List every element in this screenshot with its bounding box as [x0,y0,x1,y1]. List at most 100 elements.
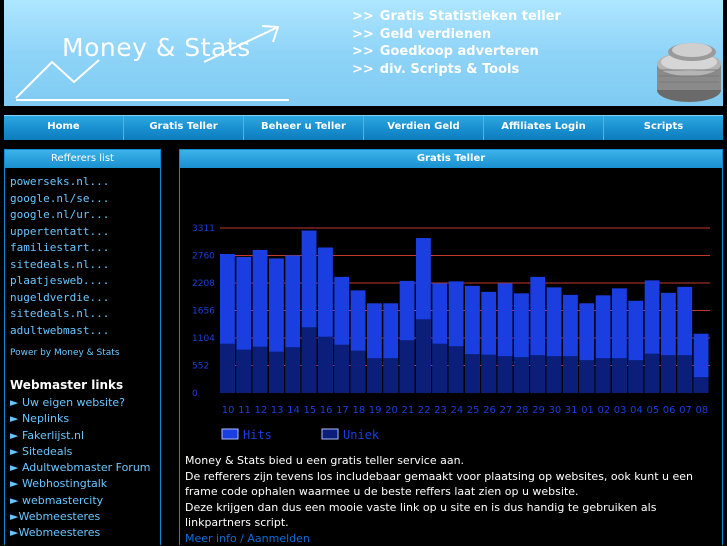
main-nav: Home Gratis Teller Beheer u Teller Verdi… [4,115,723,140]
site-title: Money & Stats [62,33,251,62]
main-title: Gratis Teller [180,150,722,168]
header-banner: Money & Stats >>Gratis Statistieken tell… [4,0,723,106]
referrer-link[interactable]: familiestart... [10,240,160,257]
uniek-bar [334,345,349,393]
webmaster-link[interactable]: ► Neplinks [5,411,160,427]
uniek-bar [579,360,594,393]
uniek-bar [547,356,562,393]
x-tick-label: 20 [385,405,398,416]
x-tick-label: 07 [679,405,692,416]
legend-hits-label: Hits [243,428,272,442]
intro-paragraph: Money & Stats bied u een gratis teller s… [185,453,720,469]
y-tick-label: 552 [192,361,209,371]
webmaster-link[interactable]: ► webmastercity [5,493,160,509]
x-tick-label: 16 [320,405,333,416]
referrer-link[interactable]: google.nl/se... [10,191,160,208]
uniek-bar [645,354,660,393]
x-tick-label: 12 [254,405,267,416]
legend-uniek-label: Uniek [343,428,380,442]
nav-beheer-teller[interactable]: Beheer u Teller [244,116,364,140]
hits-chart: 0552110416562208276033111011121314151617… [180,190,722,452]
x-tick-label: 24 [450,405,463,416]
y-tick-label: 3311 [192,224,215,234]
y-tick-label: 1104 [192,334,215,344]
uniek-bar [628,360,643,393]
uniek-bar [236,350,251,393]
x-tick-label: 27 [499,405,512,416]
referrer-link[interactable]: google.nl/ur... [10,207,160,224]
coins-icon [654,38,723,104]
uniek-bar [383,358,398,393]
x-tick-label: 28 [516,405,529,416]
legend-uniek-swatch [322,429,338,439]
x-tick-label: 15 [303,405,316,416]
x-tick-label: 19 [369,405,382,416]
uniek-bar [400,340,415,393]
nav-home[interactable]: Home [4,116,124,140]
referrer-link[interactable]: powerseks.nl... [10,174,160,191]
nav-verdien-geld[interactable]: Verdien Geld [364,116,484,140]
webmaster-links-heading: Webmaster links [10,378,160,392]
x-tick-label: 02 [597,405,610,416]
x-tick-label: 31 [565,405,578,416]
uniek-bar [367,358,382,393]
x-tick-label: 29 [532,405,545,416]
referrer-link[interactable]: uppertentatt... [10,224,160,241]
x-tick-label: 04 [630,405,643,416]
webmaster-link[interactable]: ► Fakerlijst.nl [5,428,160,444]
y-tick-label: 0 [192,389,198,399]
more-info-link[interactable]: Meer info / Aanmelden [185,531,720,546]
x-tick-label: 06 [663,405,676,416]
x-tick-label: 26 [483,405,496,416]
intro-text: Money & Stats bied u een gratis teller s… [185,453,720,546]
bullet-item: >>Geld verdienen [352,26,561,44]
uniek-bar [514,357,529,393]
legend-hits-swatch [222,429,238,439]
sidebar-title: Refferers list [5,150,160,168]
uniek-bar [318,337,333,393]
x-tick-label: 21 [401,405,414,416]
referrer-link[interactable]: adultwebmast... [10,323,160,340]
uniek-bar [432,344,447,393]
uniek-bar [302,327,317,393]
webmaster-link[interactable]: ►Webmeesteres [5,509,160,525]
x-tick-label: 10 [222,405,235,416]
webmaster-link[interactable]: ► Sitedeals [5,444,160,460]
nav-affiliates-login[interactable]: Affiliates Login [484,116,604,140]
referrer-link[interactable]: sitedeals.nl... [10,257,160,274]
x-tick-label: 08 [695,405,708,416]
uniek-bar [465,354,480,393]
x-tick-label: 17 [336,405,349,416]
header-bullets: >>Gratis Statistieken teller >>Geld verd… [352,8,561,78]
webmaster-link[interactable]: ► Uw eigen website? [5,395,160,411]
x-tick-label: 03 [614,405,627,416]
uniek-bar [661,355,676,393]
x-tick-label: 23 [434,405,447,416]
main-panel: Gratis Teller 05521104165622082760331110… [179,149,723,545]
x-tick-label: 11 [238,405,251,416]
referrer-link[interactable]: nugeldverdie... [10,290,160,307]
uniek-bar [498,356,513,393]
nav-gratis-teller[interactable]: Gratis Teller [124,116,244,140]
webmaster-link[interactable]: ►Webmeesteres [5,525,160,541]
x-tick-label: 01 [581,405,594,416]
uniek-bar [285,347,300,393]
x-tick-label: 05 [646,405,659,416]
webmaster-link[interactable]: ► Webhostingtalk [5,476,160,492]
webmaster-link[interactable]: ► Adultwebmaster Forum [5,460,160,476]
uniek-bar [694,377,709,393]
referrer-link[interactable]: plaatjesweb.... [10,273,160,290]
x-tick-label: 13 [271,405,284,416]
sidebar: Refferers list powerseks.nl... google.nl… [4,149,161,545]
x-tick-label: 30 [548,405,561,416]
x-tick-label: 18 [352,405,365,416]
nav-scripts[interactable]: Scripts [604,116,723,140]
uniek-bar [416,319,431,393]
referrer-link[interactable]: sitedeals.nl... [10,306,160,323]
x-tick-label: 22 [418,405,431,416]
y-tick-label: 2208 [192,279,215,289]
uniek-bar [530,355,545,393]
bullet-item: >>Gratis Statistieken teller [352,8,561,26]
powered-by-link[interactable]: Power by Money & Stats [10,348,160,358]
x-tick-label: 14 [287,405,300,416]
